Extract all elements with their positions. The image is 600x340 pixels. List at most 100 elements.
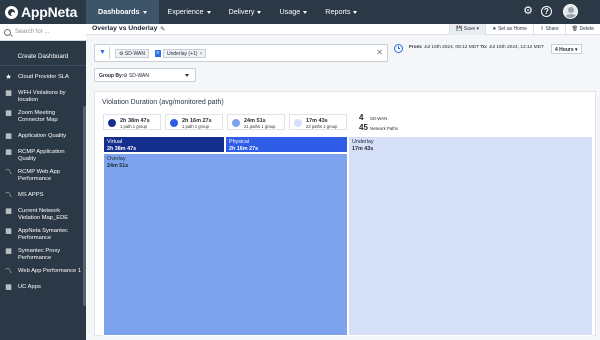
grid-icon: ▦ (5, 228, 12, 235)
nav-delivery-label: Delivery (228, 7, 255, 16)
create-dashboard-button[interactable]: Create Dashboard (0, 47, 86, 66)
delete-button[interactable]: 🗑 Delete (564, 24, 600, 35)
filter-bar[interactable]: ▼ ⚙ SD-WAN ≡ Underlay (+1) × ✕ (94, 44, 388, 62)
avatar[interactable] (563, 4, 578, 19)
from-value: Jul 16th 2024, 08:12 MDT (423, 45, 480, 50)
sidebar-item-label: RCMP Application Quality (18, 149, 65, 162)
grid-icon: ▦ (5, 284, 12, 291)
brand-name: AppNeta (21, 4, 78, 20)
cell-value: 2h 16m 27s (229, 146, 259, 152)
clear-filter-icon[interactable]: ✕ (376, 48, 383, 57)
nav-reports[interactable]: Reports (316, 0, 366, 24)
time-range-text[interactable]: From: Jul 16th 2024, 08:12 MDT To: Jul 1… (409, 45, 544, 50)
time-range-dropdown[interactable]: 4 Hours ▾ (551, 44, 582, 54)
chip-label: SD-WAN (124, 51, 145, 57)
treemap-cell-overlay[interactable]: Overlay 24m 51s (103, 153, 348, 336)
sidebar-item-application-quality[interactable]: ▦ Application Quality (0, 127, 86, 146)
grid-icon: ▦ (5, 248, 12, 255)
to-label: To: (480, 45, 488, 50)
sdwan-count: 4 SD-WAN (359, 113, 398, 123)
to-value: Jul 16th 2024, 12:12 MDT (488, 45, 545, 50)
filter-connector-icon: ≡ (155, 50, 161, 57)
legend-subtext: 22 paths 1 group (306, 124, 338, 129)
sidebar-search[interactable]: Search for ... (0, 24, 86, 41)
share-button[interactable]: ⇪ Share (532, 24, 565, 35)
top-bar: AppNeta Dashboards Experience Delivery U… (0, 0, 600, 24)
sidebar-item-label: Symantec Proxy Performance (18, 248, 61, 261)
close-icon[interactable]: × (199, 51, 202, 57)
sidebar-item-rcmp-web-app[interactable]: 〽 RCMP Web App Performance (0, 166, 86, 186)
group-by-select[interactable]: Group By: ⚙ SD-WAN (94, 68, 196, 82)
sidebar-item-ms-apps[interactable]: 〽 MS APPS (0, 186, 86, 205)
count-label: Network Paths (370, 126, 398, 131)
from-label: From: (409, 45, 423, 50)
sidebar-item-cloud-provider-sla[interactable]: ★ Cloud Provider SLA (0, 66, 86, 87)
sidebar-item-rcmp-app-quality[interactable]: ▦ RCMP Application Quality (0, 146, 86, 166)
chart-icon: 〽 (5, 169, 12, 176)
star-icon: ★ (5, 74, 12, 81)
grid-icon: ▦ (5, 90, 12, 97)
cell-value: 24m 51s (107, 163, 129, 169)
treemap-cell-physical[interactable]: Physical 2h 16m 27s (225, 136, 348, 153)
filter-chip-sdwan[interactable]: ⚙ SD-WAN (115, 49, 149, 58)
count-number: 45 (359, 123, 368, 132)
chevron-down-icon (142, 10, 147, 14)
page-title: Overlay vs Underlay (92, 25, 158, 32)
legend-subtext: 1 path 1 group (182, 124, 210, 129)
chevron-down-icon (257, 10, 262, 14)
treemap-cell-underlay[interactable]: Underlay 17m 43s (348, 136, 593, 336)
network-paths-count: 45 Network Paths (359, 123, 398, 133)
chevron-down-icon (303, 10, 308, 14)
treemap-cell-virtual[interactable]: Virtual 2h 38m 47s (103, 136, 225, 153)
help-icon[interactable]: ? (541, 5, 552, 17)
legend-item[interactable]: 24m 51s 21 paths 1 group (227, 114, 285, 130)
sidebar-item-wfh-violations[interactable]: ▦ WFH Violations by location (0, 87, 86, 107)
legend-item[interactable]: 2h 38m 47s 1 path 1 group (103, 114, 161, 130)
save-button[interactable]: 💾 Save ▾ (449, 24, 486, 35)
save-label: Save (463, 26, 476, 32)
filter-chip-underlay[interactable]: Underlay (+1) × (163, 49, 207, 58)
violation-duration-widget: Violation Duration (avg/monitored path) … (94, 91, 596, 336)
top-icons: ⚙ ? (522, 5, 552, 17)
sidebar-item-uc-apps[interactable]: ▦ UC Apps (0, 278, 86, 294)
sidebar-item-label: WFH Violations by location (18, 90, 66, 103)
legend-swatch (232, 119, 240, 127)
pencil-icon[interactable]: ✎ (160, 25, 165, 33)
cell-name: Virtual (107, 139, 123, 145)
sidebar-item-appneta-symantec[interactable]: ▦ AppNeta Symantec Performance (0, 225, 86, 245)
nav-delivery[interactable]: Delivery (220, 0, 271, 24)
nav-experience[interactable]: Experience (159, 0, 220, 24)
treemap: Virtual 2h 38m 47s Physical 2h 16m 27s U… (103, 136, 599, 338)
sidebar-item-zoom-meeting[interactable]: ▦ Zoom Meeting Connector Map (0, 107, 86, 127)
set-as-home-button[interactable]: ★ Set as Home (485, 24, 533, 35)
sidebar-item-web-app-performance[interactable]: 〽 Web App Performance 1 (0, 265, 86, 278)
chip-label: Underlay (+1) (167, 51, 198, 57)
summary-counts: 4 SD-WAN 45 Network Paths (359, 113, 398, 133)
logo[interactable]: AppNeta (5, 4, 77, 20)
main-content: Overlay vs Underlay ✎ 💾 Save ▾ ★ Set as … (86, 24, 600, 340)
grid-icon: ▦ (5, 149, 12, 156)
sidebar-item-label: Application Quality (18, 133, 67, 139)
legend-subtext: 21 paths 1 group (244, 124, 276, 129)
cell-value: 2h 38m 47s (107, 146, 137, 152)
chart-icon: 〽 (5, 268, 12, 275)
sidebar-item-symantec-proxy[interactable]: ▦ Symantec Proxy Performance (0, 245, 86, 265)
legend: 2h 38m 47s 1 path 1 group 2h 16m 27s 1 p… (103, 114, 347, 130)
gear-icon[interactable]: ⚙ (522, 5, 534, 17)
clock-icon[interactable] (394, 44, 403, 53)
sidebar-item-current-network-violation[interactable]: ▦ Current Network Violation Map_EDE (0, 205, 86, 225)
dashboard-actions: 💾 Save ▾ ★ Set as Home ⇪ Share 🗑 Delete (449, 24, 600, 35)
widget-title: Violation Duration (avg/monitored path) (102, 99, 224, 106)
filter-icon[interactable]: ▼ (99, 49, 106, 56)
grid-icon: ▦ (5, 133, 12, 140)
sidebar-item-label: MS APPS (18, 192, 44, 198)
nav-usage-label: Usage (279, 7, 301, 16)
nav-dashboards[interactable]: Dashboards (86, 0, 159, 24)
legend-item[interactable]: 2h 16m 27s 1 path 1 group (165, 114, 223, 130)
sidebar-item-label: Web App Performance 1 (18, 268, 82, 274)
main-nav: Dashboards Experience Delivery Usage Rep… (86, 0, 366, 24)
cell-name: Underlay (352, 139, 374, 145)
legend-item[interactable]: 17m 43s 22 paths 1 group (289, 114, 347, 130)
search-input[interactable]: Search for ... (15, 29, 49, 35)
nav-usage[interactable]: Usage (270, 0, 316, 24)
